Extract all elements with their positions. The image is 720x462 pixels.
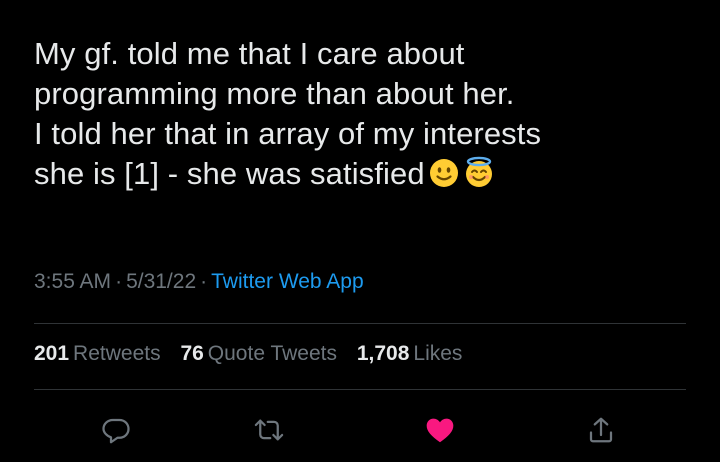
retweets-label: Retweets: [73, 342, 161, 365]
retweets-stat[interactable]: 201 Retweets: [34, 342, 161, 365]
divider: [34, 323, 686, 324]
likes-label: Likes: [413, 342, 463, 365]
tweet-text: My gf. told me that I care about program…: [34, 34, 694, 198]
tweet-text-line-1: My gf. told me that I care about: [34, 36, 465, 71]
retweet-icon: [254, 415, 284, 445]
like-button[interactable]: [420, 410, 460, 450]
meta-separator: ·: [200, 270, 208, 293]
tweet-text-line-2: programming more than about her.: [34, 76, 515, 111]
divider: [34, 389, 686, 390]
like-icon: [424, 414, 456, 446]
likes-count: 1,708: [356, 342, 410, 365]
share-button[interactable]: [581, 410, 621, 450]
retweet-button[interactable]: [249, 410, 289, 450]
share-icon: [586, 415, 616, 445]
reply-button[interactable]: [96, 410, 136, 450]
tweet-meta: 3:55 AM · 5/31/22 · Twitter Web App: [34, 270, 364, 294]
meta-separator: ·: [115, 270, 123, 293]
tweet-text-line-4: she is [1] - she was satisfied: [34, 154, 694, 198]
likes-stat[interactable]: 1,708 Likes: [357, 342, 463, 365]
retweets-count: 201: [34, 342, 70, 365]
quote-tweets-stat[interactable]: 76 Quote Tweets: [180, 342, 337, 365]
tweet-stats: 201 Retweets 76 Quote Tweets 1,708 Likes: [34, 342, 476, 366]
tweet-time[interactable]: 3:55 AM: [34, 270, 111, 293]
quote-tweets-count: 76: [180, 342, 204, 365]
slightly-smiling-face-icon: [429, 158, 459, 198]
source-app-link[interactable]: Twitter Web App: [211, 270, 364, 293]
smiling-face-with-halo-icon: [463, 156, 495, 198]
tweet-actions: [0, 410, 720, 450]
reply-icon: [101, 415, 131, 445]
tweet-text-line-4-text: she is [1] - she was satisfied: [34, 156, 425, 191]
quote-tweets-label: Quote Tweets: [207, 342, 337, 365]
tweet-text-line-3: I told her that in array of my interests: [34, 116, 542, 151]
tweet-date[interactable]: 5/31/22: [126, 270, 196, 293]
